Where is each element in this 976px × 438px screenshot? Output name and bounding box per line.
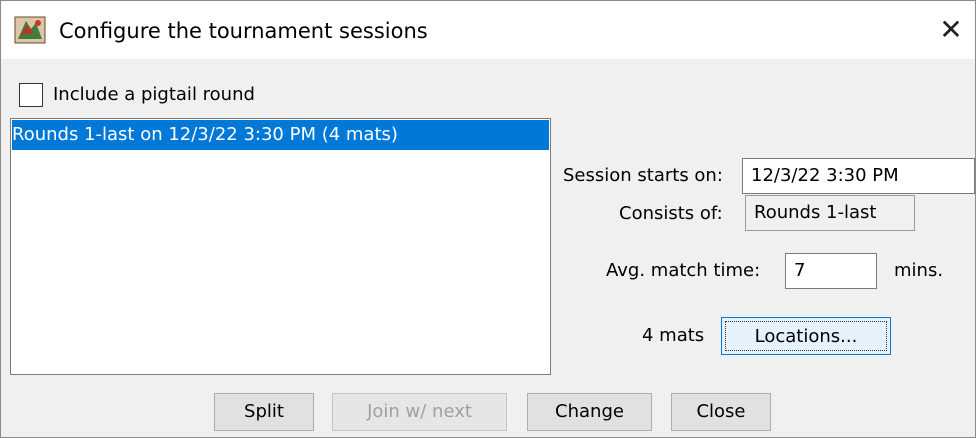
pigtail-label: Include a pigtail round	[53, 84, 255, 105]
change-button[interactable]: Change	[527, 393, 652, 431]
match-time-label: Avg. match time:	[606, 260, 761, 281]
join-next-button[interactable]: Join w/ next	[332, 393, 507, 431]
pigtail-checkbox[interactable]	[19, 83, 43, 107]
app-icon	[14, 16, 46, 44]
window-title: Configure the tournament sessions	[59, 19, 428, 43]
close-icon[interactable]: ✕	[933, 12, 969, 48]
locations-button[interactable]: Locations...	[721, 317, 891, 355]
consists-of-field: Rounds 1-last	[745, 195, 915, 231]
list-item[interactable]: Rounds 1-last on 12/3/22 3:30 PM (4 mats…	[12, 120, 549, 150]
locations-button-label: Locations...	[725, 321, 887, 351]
session-list[interactable]: Rounds 1-last on 12/3/22 3:30 PM (4 mats…	[10, 118, 551, 375]
mats-count-label: 4 mats	[642, 325, 705, 346]
split-button[interactable]: Split	[214, 393, 314, 431]
match-time-unit: mins.	[894, 260, 944, 281]
title-bar: Configure the tournament sessions ✕	[1, 1, 975, 59]
session-start-label: Session starts on:	[563, 165, 723, 186]
consists-of-label: Consists of:	[619, 203, 723, 224]
close-button[interactable]: Close	[671, 393, 771, 431]
match-time-field[interactable]: 7	[785, 253, 877, 289]
dialog-window: Configure the tournament sessions ✕ Incl…	[0, 0, 976, 438]
session-start-field[interactable]: 12/3/22 3:30 PM	[742, 158, 975, 194]
